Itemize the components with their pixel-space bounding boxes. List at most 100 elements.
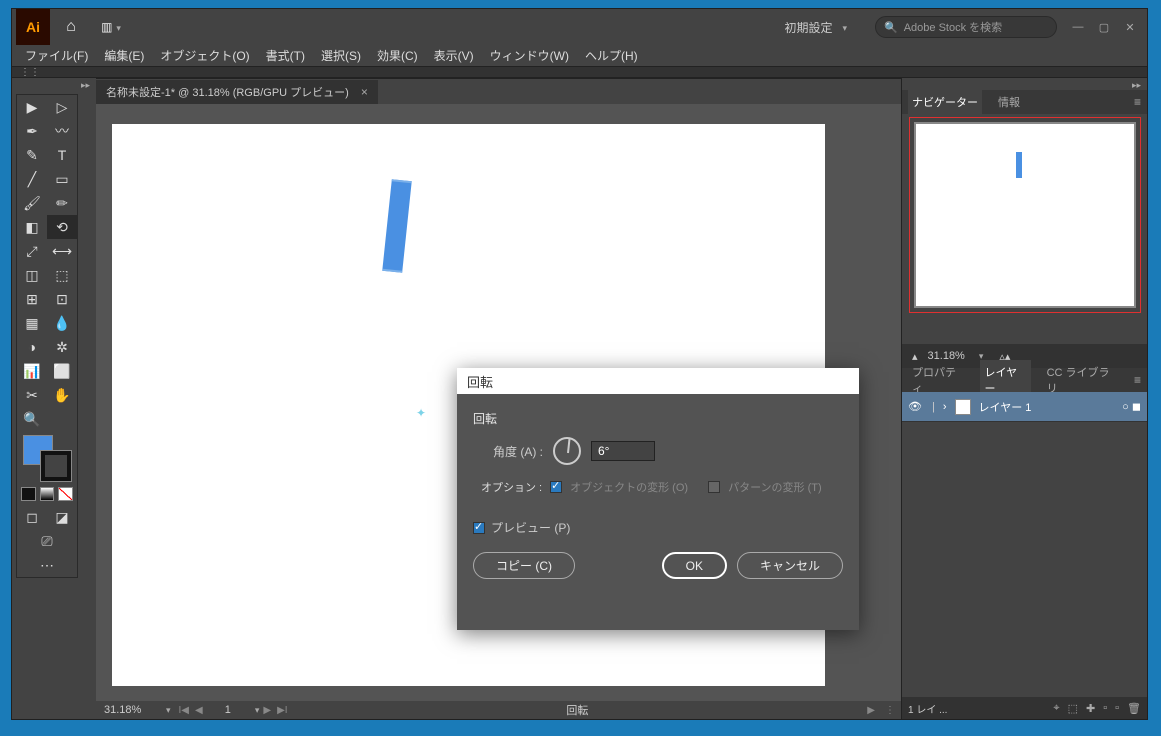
clipping-mask-icon[interactable]: ⬚	[1068, 702, 1078, 715]
column-graph-tool[interactable]: 📊	[17, 359, 47, 383]
edit-toolbar-icon[interactable]: ⋯	[17, 553, 77, 577]
layer-target-icon[interactable]: ○ ◼	[1122, 400, 1141, 413]
menu-effect[interactable]: 効果(C)	[370, 45, 425, 66]
close-button[interactable]: ✕	[1121, 20, 1139, 34]
menu-file[interactable]: ファイル(F)	[18, 45, 95, 66]
menubar: ファイル(F) 編集(E) オブジェクト(O) 書式(T) 選択(S) 効果(C…	[12, 45, 1147, 66]
zoom-chevron-icon[interactable]	[162, 704, 171, 716]
rotate-tool[interactable]: ⟲	[47, 215, 77, 239]
draw-normal-icon[interactable]: ◻	[17, 505, 47, 529]
menu-object[interactable]: オブジェクト(O)	[153, 45, 256, 66]
first-artboard-icon[interactable]: I◀	[177, 705, 191, 716]
curvature-tool[interactable]: 〰	[47, 119, 77, 143]
preview-checkbox[interactable]	[473, 522, 485, 534]
pen-tool-alt[interactable]: ✎	[17, 143, 47, 167]
dock-collapse-icon[interactable]: ▸▸	[12, 78, 96, 90]
stroke-swatch[interactable]	[41, 451, 71, 481]
locate-object-icon[interactable]: ⌖	[1053, 702, 1059, 715]
status-bar: 31.18% I◀ ◀ 1 ▶ ▶I 回転 ▶ ⋮	[96, 701, 901, 719]
zoom-tool[interactable]: 🔍	[17, 407, 47, 431]
rectangle-tool[interactable]: ▭	[47, 167, 77, 191]
visibility-icon[interactable]: 👁	[908, 400, 924, 413]
screen-mode-icon[interactable]: ⎚	[17, 529, 77, 553]
preview-label[interactable]: プレビュー (P)	[491, 519, 570, 536]
angle-dial[interactable]	[553, 437, 581, 465]
hand-tool[interactable]: ✋	[47, 383, 77, 407]
layer-name-label[interactable]: レイヤー 1	[979, 399, 1032, 415]
navigator-preview[interactable]	[910, 122, 1140, 318]
layers-panel-menu-icon[interactable]: ≡	[1134, 373, 1141, 387]
artboard-chevron-icon[interactable]	[251, 704, 260, 716]
color-mode-none[interactable]	[58, 487, 73, 501]
cancel-button[interactable]: キャンセル	[737, 552, 843, 579]
navigator-tab[interactable]: ナビゲーター	[908, 90, 982, 114]
document-tab-close-icon[interactable]: ×	[361, 85, 368, 99]
toolbox: ▶ ▷ ✒ 〰 ✎ T ╱ ▭ 🖌 ✏ ◧ ⟲ ⤢ ⟷ ◫ ⬚ ⊞ ⊡ ▦ 💧	[16, 94, 78, 578]
scale-tool[interactable]: ⤢	[17, 239, 47, 263]
pen-tool[interactable]: ✒	[17, 119, 47, 143]
menu-select[interactable]: 選択(S)	[314, 45, 368, 66]
arrange-documents-icon[interactable]: ▥	[96, 15, 126, 39]
ok-button[interactable]: OK	[662, 552, 727, 579]
pencil-tool[interactable]: ✏	[47, 191, 77, 215]
line-tool[interactable]: ╱	[17, 167, 47, 191]
angle-input[interactable]	[591, 441, 655, 461]
type-tool[interactable]: T	[47, 143, 77, 167]
expand-layer-icon[interactable]: ›	[943, 401, 947, 413]
menu-help[interactable]: ヘルプ(H)	[578, 45, 645, 66]
color-mode-swatches	[17, 485, 77, 505]
color-mode-gradient[interactable]	[40, 487, 55, 501]
workspace-switcher[interactable]: 初期設定	[776, 17, 855, 38]
mesh-tool[interactable]: ⊡	[47, 287, 77, 311]
new-layer-icon[interactable]: ▫	[1103, 702, 1107, 714]
shape-builder-tool[interactable]: ⬚	[47, 263, 77, 287]
control-bar-handle-icon[interactable]: ⋮⋮	[20, 67, 40, 78]
artboard-index[interactable]: 1	[207, 704, 249, 716]
color-mode-solid[interactable]	[21, 487, 36, 501]
menu-edit[interactable]: 編集(E)	[97, 45, 151, 66]
layer-row[interactable]: 👁 | › レイヤー 1 ○ ◼	[902, 392, 1147, 422]
free-transform-tool[interactable]: ◫	[17, 263, 47, 287]
draw-behind-icon[interactable]: ◪	[47, 505, 77, 529]
panel-menu-icon[interactable]: ≡	[1134, 95, 1141, 109]
eraser-tool[interactable]: ◧	[17, 215, 47, 239]
maximize-button[interactable]: ▢	[1095, 20, 1113, 34]
info-tab[interactable]: 情報	[994, 90, 1024, 114]
blend-tool[interactable]: ◑	[17, 335, 47, 359]
navigator-panel-tabs: ナビゲーター 情報 ≡	[902, 90, 1147, 114]
document-tab[interactable]: 名称未設定-1* @ 31.18% (RGB/GPU プレビュー) ×	[96, 80, 378, 104]
new-sublayer-icon[interactable]: ✚	[1086, 702, 1095, 715]
menu-view[interactable]: 表示(V)	[427, 45, 481, 66]
selection-tool[interactable]: ▶	[17, 95, 47, 119]
paintbrush-tool[interactable]: 🖌	[17, 191, 47, 215]
new-layer-icon-2[interactable]: ▫	[1115, 702, 1119, 714]
menu-type[interactable]: 書式(T)	[259, 45, 312, 66]
layer-thumbnail	[955, 399, 971, 415]
scroll-bar-icon[interactable]: ⋮	[883, 705, 897, 716]
right-panels: ▸▸ ナビゲーター 情報 ≡ ▴ 31.18% ▵▴ プロパティ	[901, 78, 1147, 719]
scroll-right-icon[interactable]: ▶	[865, 705, 877, 716]
zoom-level[interactable]: 31.18%	[100, 704, 156, 716]
home-icon[interactable]: ⌂	[58, 14, 84, 40]
panel-collapse-icon[interactable]: ▸▸	[902, 78, 1147, 90]
eyedropper-tool[interactable]: 💧	[47, 311, 77, 335]
search-input[interactable]: 🔍 Adobe Stock を検索	[875, 16, 1057, 38]
symbol-sprayer-tool[interactable]: ✲	[47, 335, 77, 359]
copy-button[interactable]: コピー (C)	[473, 552, 575, 579]
gradient-tool[interactable]: ▦	[17, 311, 47, 335]
rotation-center-icon[interactable]: ✦	[416, 406, 426, 420]
last-artboard-icon[interactable]: ▶I	[275, 705, 289, 716]
transform-objects-checkbox	[550, 481, 562, 493]
fill-stroke-swatch[interactable]	[17, 431, 77, 485]
width-tool[interactable]: ⟷	[47, 239, 77, 263]
perspective-grid-tool[interactable]: ⊞	[17, 287, 47, 311]
direct-selection-tool[interactable]: ▷	[47, 95, 77, 119]
menu-window[interactable]: ウィンドウ(W)	[483, 45, 576, 66]
delete-layer-icon[interactable]: 🗑	[1127, 702, 1141, 715]
artboard-tool[interactable]: ⬜	[47, 359, 77, 383]
next-artboard-icon[interactable]: ▶	[261, 705, 273, 716]
slice-tool[interactable]: ✂	[17, 383, 47, 407]
prev-artboard-icon[interactable]: ◀	[193, 705, 205, 716]
minimize-button[interactable]: —	[1069, 20, 1087, 34]
selected-rectangle-shape[interactable]	[382, 179, 412, 273]
